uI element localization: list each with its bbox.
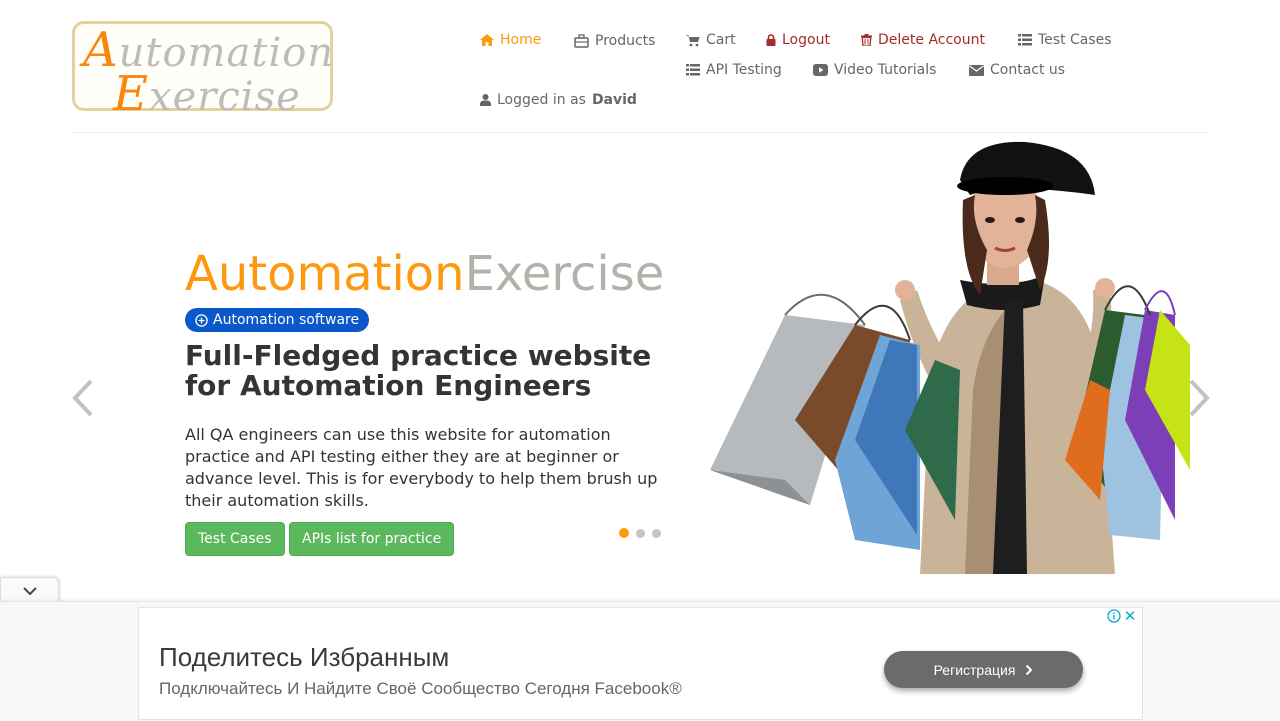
- nav-logout-label: Logout: [782, 32, 830, 48]
- ad-subtitle[interactable]: Подключайтесь И Найдите Своё Сообщество …: [159, 679, 682, 699]
- nav-cart-label: Cart: [706, 32, 736, 48]
- test-cases-button[interactable]: Test Cases: [185, 522, 285, 556]
- nav-contact-us[interactable]: Contact us: [969, 60, 1065, 80]
- nav-logout[interactable]: Logout: [766, 30, 830, 50]
- envelope-icon: [969, 64, 984, 76]
- nav-video-tutorials-label: Video Tutorials: [834, 62, 937, 78]
- logged-in-username: David: [591, 92, 637, 108]
- slider-indicator-3[interactable]: [652, 529, 661, 538]
- hero-shopping-girl-image: [710, 141, 1190, 574]
- slider-title: AutomationExercise: [185, 245, 664, 303]
- logged-in-prefix: Logged in as: [497, 92, 586, 108]
- youtube-play-icon: [813, 64, 828, 76]
- slider-title-part2: Exercise: [464, 246, 665, 302]
- logo-text-2: xercise: [149, 74, 301, 120]
- header-divider: [72, 132, 1209, 133]
- badge-label: Automation software: [213, 312, 360, 328]
- nav-api-testing-label: API Testing: [706, 62, 782, 78]
- slider-description: All QA engineers can use this website fo…: [185, 425, 658, 510]
- slider-headline: Full-Fledged practice website for Automa…: [185, 339, 652, 402]
- slider-prev-arrow-icon[interactable]: [70, 378, 96, 418]
- nav-contact-us-label: Contact us: [990, 62, 1066, 78]
- ad-register-button[interactable]: Регистрация: [884, 651, 1083, 688]
- nav-api-testing[interactable]: API Testing: [686, 60, 782, 80]
- cart-icon: [686, 34, 700, 46]
- nav-home-label: Home: [500, 32, 542, 48]
- chevron-right-icon: [1026, 664, 1033, 675]
- list-icon: [1018, 34, 1032, 46]
- circle-play-icon: [195, 313, 208, 327]
- nav-home[interactable]: Home: [480, 30, 541, 50]
- nav-products[interactable]: Products: [574, 31, 655, 51]
- list-icon: [686, 64, 700, 76]
- ad-register-label: Регистрация: [933, 661, 1016, 678]
- slider-title-part1: Automation: [185, 246, 465, 302]
- nav-test-cases-label: Test Cases: [1038, 32, 1112, 48]
- ad-info-icon[interactable]: [1107, 609, 1121, 623]
- nav-test-cases[interactable]: Test Cases: [1018, 30, 1112, 50]
- site-logo[interactable]: Automation Exercise: [72, 21, 333, 122]
- briefcase-icon: [574, 34, 589, 48]
- nav-logged-in: Logged in as David: [480, 90, 637, 110]
- nav-products-label: Products: [595, 33, 656, 49]
- logo-cap-e: E: [113, 66, 150, 122]
- site-header: Automation Exercise Home Products Cart L…: [0, 0, 1280, 133]
- logo-line-2: Exercise: [113, 66, 301, 122]
- home-icon: [480, 34, 494, 46]
- lock-icon: [766, 34, 776, 46]
- ad-card[interactable]: Поделитесь Избранным Подключайтесь И Най…: [138, 607, 1143, 720]
- ad-close-icon[interactable]: ✕: [1122, 608, 1138, 624]
- automation-software-badge: Automation software: [185, 308, 370, 332]
- ad-collapse-toggle[interactable]: [0, 577, 59, 604]
- nav-delete-account[interactable]: Delete Account: [861, 30, 985, 50]
- apis-list-button[interactable]: APIs list for practice: [289, 522, 455, 556]
- chevron-down-icon: [22, 587, 37, 596]
- user-icon: [480, 94, 491, 106]
- nav-delete-account-label: Delete Account: [878, 32, 985, 48]
- nav-cart[interactable]: Cart: [686, 30, 736, 50]
- ad-title[interactable]: Поделитесь Избранным: [159, 642, 449, 673]
- slider-indicator-2[interactable]: [636, 529, 645, 538]
- trash-icon: [861, 34, 872, 46]
- nav-video-tutorials[interactable]: Video Tutorials: [813, 60, 936, 80]
- slider-indicator-1[interactable]: [619, 528, 629, 538]
